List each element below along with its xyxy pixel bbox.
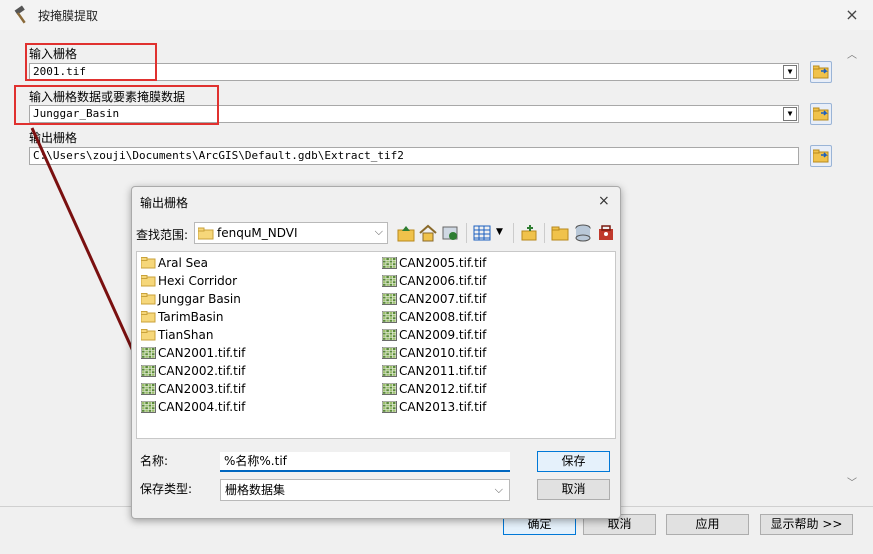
look-in-value: fenquM_NDVI xyxy=(217,226,298,240)
list-item-label: CAN2002.tif.tif xyxy=(158,364,246,378)
raster-icon xyxy=(382,329,397,341)
list-item-label: CAN2012.tif.tif xyxy=(399,382,487,396)
chevron-down-icon[interactable]: ⌵ xyxy=(375,225,383,239)
dialog-title: 输出栅格 xyxy=(140,196,189,210)
raster-icon xyxy=(382,275,397,287)
folder-icon xyxy=(141,257,156,269)
toolbar-divider xyxy=(513,223,514,243)
list-item-label: CAN2005.tif.tif xyxy=(399,256,487,270)
view-menu-chevron-icon[interactable]: ▼ xyxy=(496,227,503,237)
list-item-label: CAN2011.tif.tif xyxy=(399,364,487,378)
raster-icon xyxy=(382,365,397,377)
home-icon[interactable] xyxy=(418,223,438,243)
folder-icon xyxy=(198,227,214,240)
dialog-cancel-button[interactable]: 取消 xyxy=(537,479,610,500)
raster-icon xyxy=(141,365,156,377)
save-type-value: 栅格数据集 xyxy=(225,483,286,497)
list-item-label: CAN2008.tif.tif xyxy=(399,310,487,324)
connect-folder-icon[interactable] xyxy=(440,223,460,243)
list-item-label: CAN2007.tif.tif xyxy=(399,292,487,306)
new-folder-icon[interactable] xyxy=(550,223,570,243)
raster-icon xyxy=(382,347,397,359)
chevron-down-icon[interactable]: ⌵ xyxy=(495,480,503,500)
up-folder-icon[interactable] xyxy=(396,223,416,243)
add-connection-icon[interactable] xyxy=(519,223,539,243)
list-item-label: Junggar Basin xyxy=(158,292,241,306)
list-item-label: CAN2001.tif.tif xyxy=(158,346,246,360)
list-item-label: CAN2009.tif.tif xyxy=(399,328,487,342)
save-type-select[interactable]: 栅格数据集 ⌵ xyxy=(220,479,510,501)
toolbox-icon[interactable] xyxy=(596,223,616,243)
folder-icon xyxy=(141,275,156,287)
dialog-close-button[interactable]: × xyxy=(598,193,610,209)
list-item-label: CAN2003.tif.tif xyxy=(158,382,246,396)
folder-icon xyxy=(141,329,156,341)
save-type-label: 保存类型: xyxy=(140,482,193,496)
name-label: 名称: xyxy=(140,454,169,468)
look-in-combo[interactable]: fenquM_NDVI ⌵ xyxy=(194,222,388,244)
name-input[interactable]: %名称%.tif xyxy=(220,452,510,472)
toolbar-divider xyxy=(466,223,467,243)
raster-icon xyxy=(141,401,156,413)
folder-icon xyxy=(141,293,156,305)
file-list[interactable]: Aral Sea Hexi Corridor Junggar Basin TarimB… xyxy=(136,251,616,439)
list-item-label: TarimBasin xyxy=(158,310,224,324)
database-icon[interactable] xyxy=(573,223,593,243)
toolbar-divider xyxy=(544,223,545,243)
raster-icon xyxy=(382,293,397,305)
list-item-label: Aral Sea xyxy=(158,256,208,270)
list-item-label: CAN2013.tif.tif xyxy=(399,400,487,414)
folder-icon xyxy=(141,311,156,323)
look-in-label: 查找范围: xyxy=(136,228,189,242)
raster-icon xyxy=(141,383,156,395)
grid-view-icon[interactable] xyxy=(472,223,492,243)
list-item-label: CAN2010.tif.tif xyxy=(399,346,487,360)
raster-icon xyxy=(382,383,397,395)
raster-icon xyxy=(141,347,156,359)
raster-icon xyxy=(382,311,397,323)
save-button[interactable]: 保存 xyxy=(537,451,610,472)
raster-icon xyxy=(382,401,397,413)
list-item-label: Hexi Corridor xyxy=(158,274,238,288)
list-item-label: TianShan xyxy=(158,328,214,342)
save-file-dialog: 输出栅格 × 查找范围: fenquM_NDVI ⌵ ▼ Aral Sea Hex… xyxy=(131,186,621,519)
list-item-label: CAN2006.tif.tif xyxy=(399,274,487,288)
raster-icon xyxy=(382,257,397,269)
list-item-label: CAN2004.tif.tif xyxy=(158,400,246,414)
